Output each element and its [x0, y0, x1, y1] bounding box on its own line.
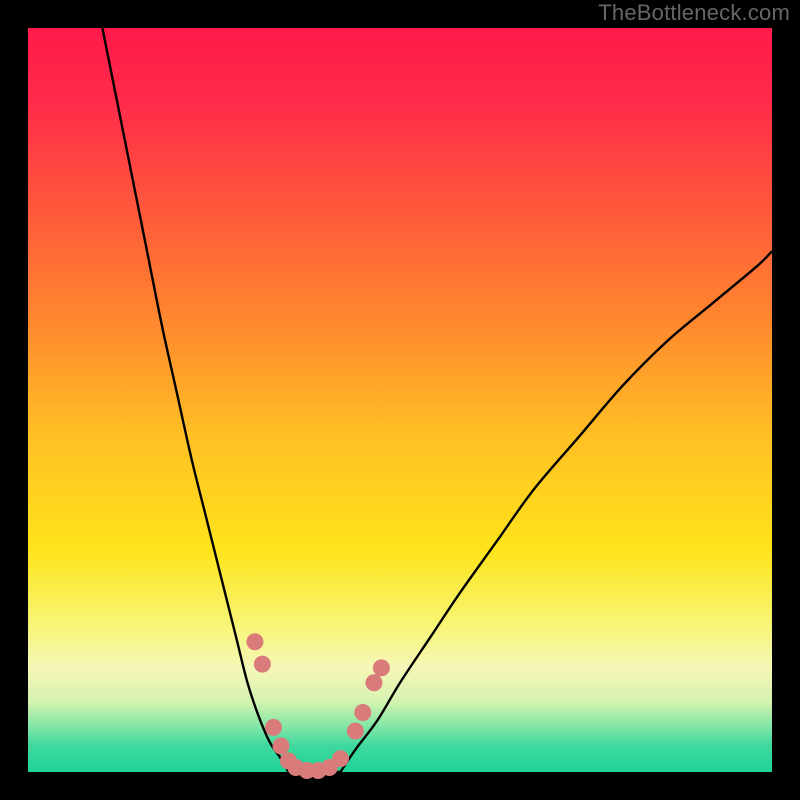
highlight-bead	[246, 633, 263, 650]
highlight-bead	[254, 656, 271, 673]
bottleneck-chart	[0, 0, 800, 800]
plot-background	[28, 28, 772, 772]
highlight-bead	[272, 737, 289, 754]
highlight-bead	[265, 719, 282, 736]
highlight-bead	[354, 704, 371, 721]
watermark-label: TheBottleneck.com	[598, 0, 790, 26]
highlight-bead	[347, 723, 364, 740]
chart-frame: TheBottleneck.com	[0, 0, 800, 800]
highlight-bead	[373, 659, 390, 676]
highlight-bead	[365, 674, 382, 691]
highlight-bead	[332, 750, 349, 767]
